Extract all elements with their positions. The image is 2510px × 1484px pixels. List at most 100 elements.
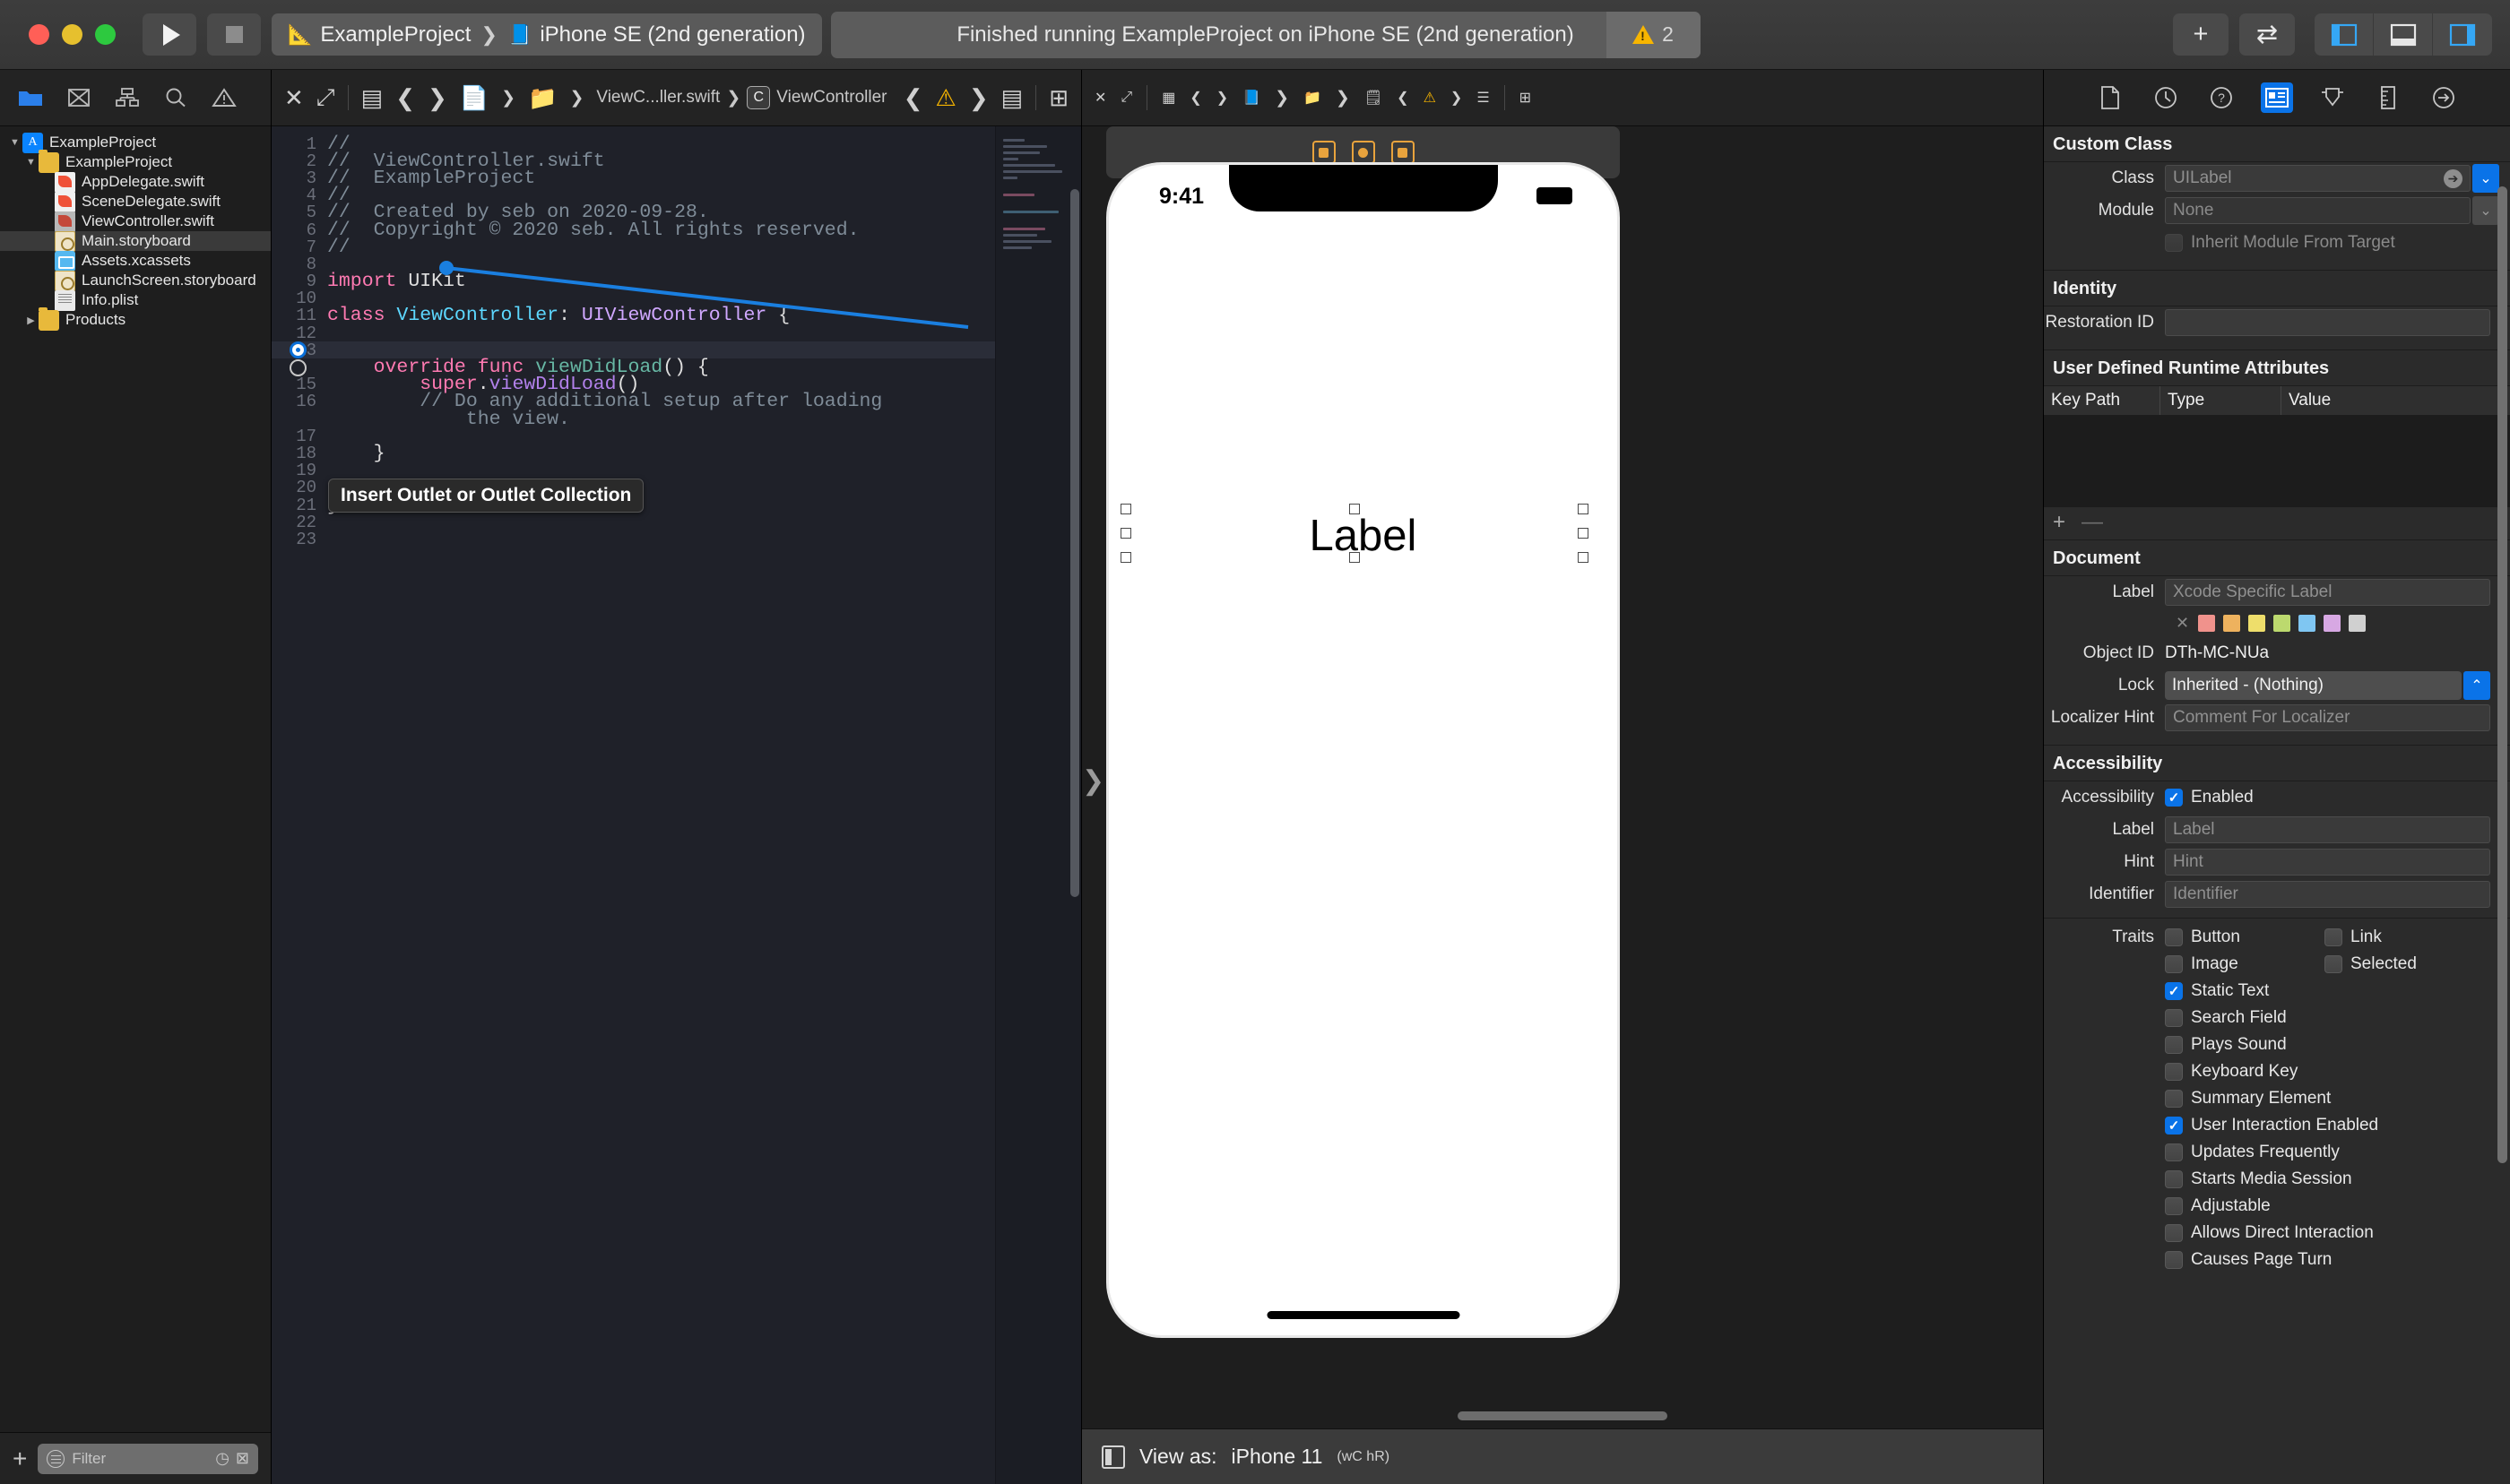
trait-checkbox[interactable] <box>2165 1197 2183 1215</box>
file-icon[interactable]: 📄 <box>460 84 489 112</box>
trait-checkbox[interactable] <box>2165 1117 2183 1135</box>
trait-checkbox[interactable] <box>2165 1063 2183 1081</box>
navigator-item-appdelegate-swift[interactable]: AppDelegate.swift <box>0 171 271 193</box>
code-line[interactable]: 12 <box>272 324 995 343</box>
navigator-item-products[interactable]: ▶ Products <box>0 306 271 331</box>
trait-keyboard-key[interactable]: Keyboard Key <box>2165 1062 2298 1082</box>
add-editor-icon[interactable]: ⊞ <box>1049 84 1069 112</box>
trait-checkbox[interactable] <box>2165 1170 2183 1188</box>
scrollbar-thumb[interactable] <box>2497 186 2507 1163</box>
trait-allows-direct-interaction[interactable]: Allows Direct Interaction <box>2165 1223 2374 1243</box>
forward-chevron-icon[interactable]: ❯ <box>428 84 447 112</box>
trait-starts-media-session[interactable]: Starts Media Session <box>2165 1169 2352 1189</box>
selection-handle-br[interactable] <box>1578 552 1588 563</box>
jumpbar-symbol-label[interactable]: ViewController <box>776 88 887 108</box>
code-line[interactable]: 23 <box>272 530 995 549</box>
jumpbar-file-label[interactable]: ViewC...ller.swift <box>596 88 720 108</box>
project-file-list[interactable]: ▼ ExampleProject ▼ ExampleProject AppDelegat… <box>0 126 271 1432</box>
device-preview[interactable]: 9:41 Label <box>1106 162 1620 1338</box>
lock-popup-arrows[interactable]: ⌃ <box>2463 671 2490 700</box>
run-button[interactable] <box>143 13 196 56</box>
color-swatch-4[interactable] <box>2298 614 2316 632</box>
view-as-icon[interactable] <box>1102 1445 1125 1469</box>
inherit-module-checkbox[interactable] <box>2165 234 2183 252</box>
editor-minimap[interactable] <box>995 126 1081 1484</box>
trait-checkbox[interactable] <box>2165 1251 2183 1269</box>
jump-bar-path[interactable]: ViewC...ller.swift ❯ C ViewController <box>596 86 890 109</box>
code-line[interactable]: 19 <box>272 461 995 480</box>
runtime-attributes-table[interactable] <box>2044 416 2510 507</box>
navigator-item-viewcontroller-swift[interactable]: ViewController.swift <box>0 211 271 232</box>
inspector-tab-size[interactable] <box>2372 82 2404 113</box>
previous-issue-icon[interactable]: ❮ <box>904 84 923 112</box>
selection-handle-bl[interactable] <box>1121 552 1131 563</box>
folder-icon[interactable]: 📁 <box>1303 89 1321 107</box>
previous-issue-icon[interactable]: ❮ <box>1397 89 1408 107</box>
a11y-hint-input[interactable]: Hint <box>2165 849 2490 876</box>
navigator-item-main-storyboard[interactable]: Main.storyboard <box>0 230 271 252</box>
trait-selected[interactable]: Selected <box>2324 954 2417 974</box>
related-items-icon[interactable]: ▦ <box>1162 89 1175 107</box>
color-swatch-6[interactable] <box>2349 614 2367 632</box>
close-assistant-icon[interactable]: ✕ <box>1095 89 1106 107</box>
navigator-item-launchscreen-storyboard[interactable]: LaunchScreen.storyboard <box>0 270 271 291</box>
view-controller-icon[interactable] <box>1311 141 1336 164</box>
trait-checkbox[interactable] <box>2324 955 2342 973</box>
add-editor-button[interactable]: + <box>2173 13 2229 56</box>
close-window-button[interactable] <box>29 24 49 45</box>
color-swatch-0[interactable] <box>2198 614 2216 632</box>
inspector-tab-connections[interactable] <box>2428 82 2460 113</box>
minimap-toggle-icon[interactable]: ▤ <box>1001 84 1024 112</box>
disclosure-triangle-icon[interactable]: ▼ <box>7 137 22 148</box>
navigator-tab-source-control[interactable] <box>59 80 99 116</box>
source-control-filter-icon[interactable]: ⊠ <box>236 1449 249 1468</box>
navigator-item-scenedelegate-swift[interactable]: SceneDelegate.swift <box>0 191 271 212</box>
trait-checkbox[interactable] <box>2165 928 2183 946</box>
related-items-icon[interactable]: ▤ <box>361 84 384 112</box>
trait-link[interactable]: Link <box>2324 928 2382 947</box>
inspector-tab-quick-help[interactable]: ? <box>2205 82 2237 113</box>
xcodeproj-icon[interactable]: 📘 <box>1242 89 1260 107</box>
navigator-tab-issues[interactable] <box>204 80 244 116</box>
selection-handle-tl[interactable] <box>1121 504 1131 514</box>
clear-color-button[interactable]: ✕ <box>2176 614 2189 633</box>
trait-user-interaction-enabled[interactable]: User Interaction Enabled <box>2165 1116 2378 1135</box>
color-swatch-3[interactable] <box>2273 614 2291 632</box>
editor-vertical-scrollbar[interactable] <box>1070 189 1079 1484</box>
uilabel-element[interactable]: Label <box>1310 511 1417 561</box>
close-editor-icon[interactable]: ✕ <box>284 84 304 112</box>
activity-status-bar[interactable]: Finished running ExampleProject on iPhon… <box>830 11 1701 58</box>
issue-warning-icon[interactable]: ⚠ <box>936 84 956 112</box>
trait-checkbox[interactable] <box>2165 1036 2183 1054</box>
back-chevron-icon[interactable]: ❮ <box>1190 89 1201 107</box>
minimize-window-button[interactable] <box>62 24 82 45</box>
trait-static-text[interactable]: Static Text <box>2165 981 2269 1001</box>
next-issue-icon[interactable]: ❯ <box>1450 89 1462 107</box>
trait-checkbox[interactable] <box>2165 1224 2183 1242</box>
back-chevron-icon[interactable]: ❮ <box>395 84 415 112</box>
class-input[interactable]: UILabel ➔ <box>2165 165 2471 192</box>
trait-button[interactable]: Button <box>2165 928 2240 947</box>
trait-search-field[interactable]: Search Field <box>2165 1008 2287 1028</box>
code-text-area[interactable]: 1//2// ViewController.swift 3// ExamplePr… <box>272 126 995 1484</box>
toggle-debug-area-button[interactable] <box>2374 13 2433 56</box>
class-dropdown-button[interactable]: ⌄ <box>2472 164 2499 193</box>
storyboard-canvas[interactable]: ❯ 9:41 Label <box>1082 126 2043 1403</box>
trait-checkbox[interactable] <box>2165 1090 2183 1108</box>
trait-updates-frequently[interactable]: Updates Frequently <box>2165 1143 2340 1162</box>
trait-plays-sound[interactable]: Plays Sound <box>2165 1035 2287 1055</box>
color-swatch-1[interactable] <box>2223 614 2241 632</box>
document-outline-toggle[interactable]: ❯ <box>1082 765 1104 797</box>
method-connection-marker[interactable] <box>290 358 307 376</box>
toggle-code-review-button[interactable]: ⇄ <box>2239 13 2295 56</box>
canvas-horizontal-scrollbar[interactable] <box>1082 1403 2043 1428</box>
disclosure-triangle-icon[interactable]: ▼ <box>23 157 39 168</box>
toggle-inspector-button[interactable] <box>2433 13 2492 56</box>
trait-checkbox[interactable] <box>2165 955 2183 973</box>
trait-checkbox[interactable] <box>2165 1143 2183 1161</box>
trait-image[interactable]: Image <box>2165 954 2238 974</box>
navigator-tab-hierarchy[interactable] <box>108 80 147 116</box>
code-line[interactable]: 18 } <box>272 443 995 464</box>
navigator-item-exampleproject[interactable]: ▼ ExampleProject <box>0 149 271 173</box>
color-swatch-5[interactable] <box>2324 614 2341 632</box>
